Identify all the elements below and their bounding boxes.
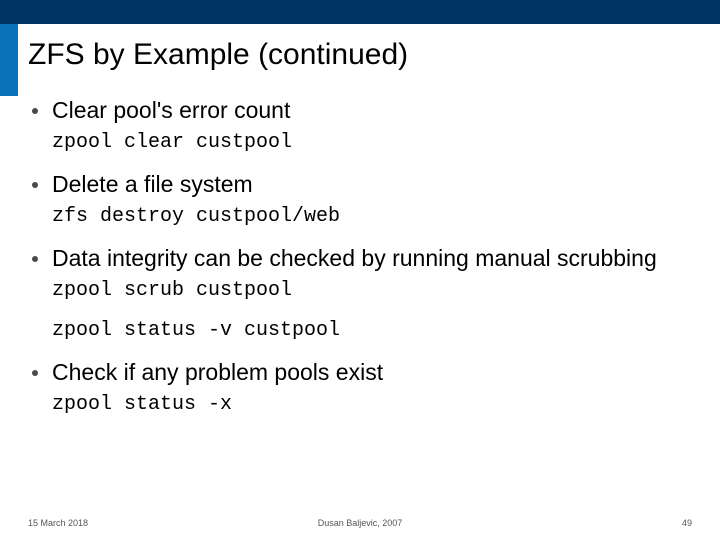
bullet-text: Data integrity can be checked by running… bbox=[52, 244, 657, 272]
bullet-text: Clear pool's error count bbox=[52, 96, 290, 124]
side-accent-bar bbox=[0, 24, 18, 96]
bullet-dot-icon bbox=[32, 370, 38, 376]
code-line: zpool scrub custpool bbox=[52, 278, 692, 304]
bullet-item: Delete a file system bbox=[28, 170, 692, 198]
bullet-item: Check if any problem pools exist bbox=[28, 358, 692, 386]
bullet-item: Clear pool's error count bbox=[28, 96, 692, 124]
code-line: zpool status -x bbox=[52, 392, 692, 418]
code-line: zpool status -v custpool bbox=[52, 318, 692, 344]
bullet-dot-icon bbox=[32, 182, 38, 188]
code-line: zfs destroy custpool/web bbox=[52, 204, 692, 230]
slide-title: ZFS by Example (continued) bbox=[28, 38, 408, 72]
code-line: zpool clear custpool bbox=[52, 130, 692, 156]
slide: ZFS by Example (continued) Clear pool's … bbox=[0, 0, 720, 540]
bullet-dot-icon bbox=[32, 256, 38, 262]
slide-content: Clear pool's error count zpool clear cus… bbox=[28, 96, 692, 432]
bullet-text: Check if any problem pools exist bbox=[52, 358, 383, 386]
top-accent-bar bbox=[0, 0, 720, 24]
bullet-item: Data integrity can be checked by running… bbox=[28, 244, 692, 272]
footer-author: Dusan Baljevic, 2007 bbox=[318, 518, 403, 528]
bullet-text: Delete a file system bbox=[52, 170, 253, 198]
footer-page-number: 49 bbox=[682, 518, 692, 528]
footer-date: 15 March 2018 bbox=[28, 518, 88, 528]
bullet-dot-icon bbox=[32, 108, 38, 114]
